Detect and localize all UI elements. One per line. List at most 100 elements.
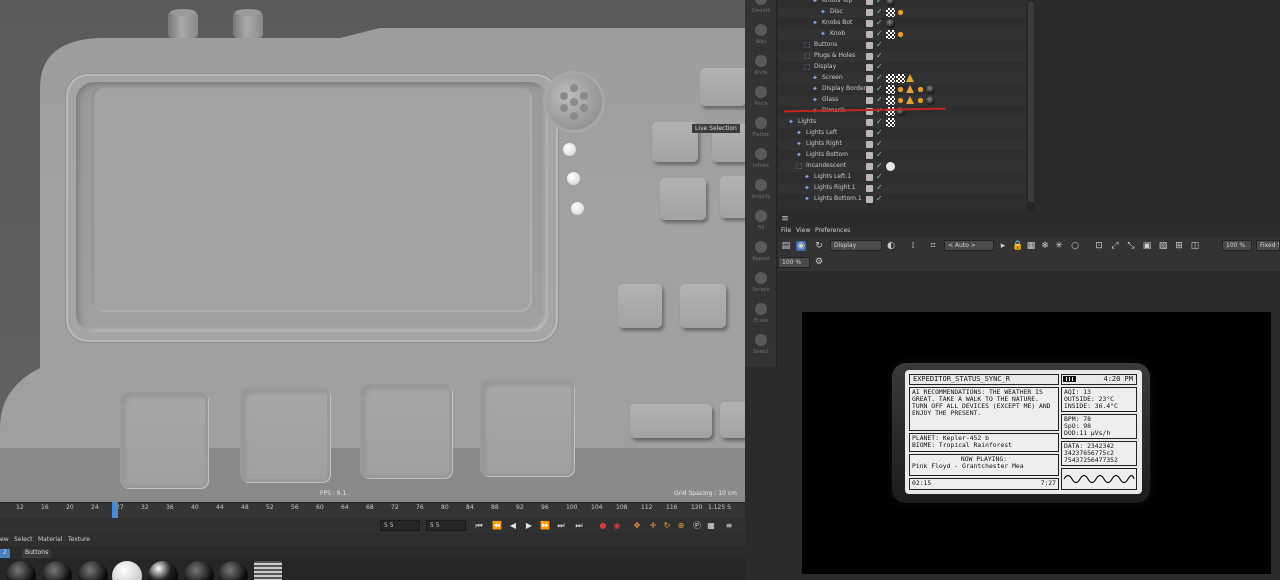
tool-flatten[interactable]: Flatten (745, 112, 777, 143)
layer-checkbox[interactable] (866, 97, 873, 104)
tool-select[interactable]: Select (745, 329, 777, 360)
play-icon[interactable]: ▶ (524, 521, 534, 531)
tool-wax[interactable]: Wax (745, 19, 777, 50)
layer-checkbox[interactable] (866, 53, 873, 60)
material-swatch[interactable] (42, 561, 72, 580)
layer-checkbox[interactable] (866, 185, 873, 192)
layer-checkbox[interactable] (866, 31, 873, 38)
material-swatch[interactable] (78, 561, 108, 580)
enabled-check-icon[interactable]: ✓ (876, 161, 883, 170)
enabled-check-icon[interactable]: ✓ (876, 172, 883, 181)
texture-tag-icon[interactable] (896, 74, 905, 83)
snowflake-icon[interactable]: ❄ (1040, 241, 1050, 251)
texture-tag-icon[interactable] (886, 74, 895, 83)
material-menu-item[interactable]: Texture (68, 536, 90, 543)
tool-scrape[interactable]: Scrape (745, 267, 777, 298)
scrollbar-thumb[interactable] (1028, 2, 1034, 202)
next-key-icon[interactable]: ⏭ (556, 521, 566, 531)
go-start-icon[interactable]: ⏮ (474, 521, 484, 531)
material-tag-icon[interactable] (926, 96, 935, 105)
object-row[interactable]: ⬚ Plugs & Holes ✓ (778, 51, 1026, 62)
enabled-check-icon[interactable]: ✓ (876, 73, 883, 82)
warning-tag-icon[interactable] (906, 85, 914, 93)
layer-checkbox[interactable] (866, 9, 873, 16)
material-menu-item[interactable]: ew (0, 536, 9, 543)
object-row[interactable]: ✦ Knobs Top ✓ (778, 0, 1026, 7)
tool-inflate[interactable]: Inflate (745, 143, 777, 174)
timeline-playhead[interactable] (112, 502, 118, 518)
enabled-check-icon[interactable]: ✓ (876, 139, 883, 148)
object-row[interactable]: ✦ Lights Right ✓ (778, 139, 1026, 150)
enabled-check-icon[interactable]: ✓ (876, 29, 883, 38)
enabled-check-icon[interactable]: ✓ (876, 128, 883, 137)
enabled-check-icon[interactable]: ✓ (876, 62, 883, 71)
3d-viewport[interactable]: Live Selection FPS : 6.1 Grid Spacing : … (0, 0, 745, 502)
compare-icon[interactable]: ◫ (1190, 241, 1200, 251)
prev-key-icon[interactable]: ⏪ (492, 521, 502, 531)
object-row[interactable]: ⬚ Display ✓ (778, 62, 1026, 73)
enabled-check-icon[interactable]: ✓ (876, 7, 883, 16)
layer-checkbox[interactable] (866, 20, 873, 27)
auto-dropdown[interactable]: < Auto > (944, 240, 994, 251)
autokey-icon[interactable]: ◉ (612, 521, 622, 531)
tool-erase[interactable]: Erase (745, 298, 777, 329)
menu-icon[interactable]: ≡ (724, 521, 734, 531)
tool-smooth[interactable]: Smooth (745, 0, 777, 19)
enabled-check-icon[interactable]: ✓ (876, 95, 883, 104)
texture-tag-icon[interactable] (886, 96, 895, 105)
material-swatch[interactable] (148, 561, 178, 580)
grid-icon[interactable]: ▦ (1026, 241, 1036, 251)
object-row[interactable]: ✦ Lights Right.1 ✓ (778, 183, 1026, 194)
material-menu-item[interactable]: Material (38, 536, 62, 543)
phong-tag-icon[interactable] (916, 85, 925, 94)
add-image-icon[interactable]: ⊞ (1174, 241, 1184, 251)
circle-icon[interactable]: ○ (1070, 241, 1080, 251)
tool-pinch[interactable]: Pinch (745, 81, 777, 112)
enabled-check-icon[interactable]: ✓ (876, 150, 883, 159)
object-row[interactable]: ⬚ Incandescent ✓ (778, 161, 1026, 172)
texture-tag-icon[interactable] (886, 118, 895, 127)
tool-knife[interactable]: Knife (745, 50, 777, 81)
timeline-end-value[interactable]: 1.125 S (708, 504, 731, 511)
go-end-icon[interactable]: ⏭ (574, 521, 584, 531)
zoom-left-dropdown[interactable]: 100 % (778, 257, 810, 268)
material-swatch[interactable] (6, 561, 36, 580)
object-row[interactable]: ✦ Lights Bottom ✓ (778, 150, 1026, 161)
enabled-check-icon[interactable]: ✓ (876, 18, 883, 27)
enabled-check-icon[interactable]: ✓ (876, 40, 883, 49)
scale-key-icon[interactable]: ⊕ (676, 521, 686, 531)
layer-checkbox[interactable] (866, 64, 873, 71)
material-swatch[interactable] (112, 561, 142, 580)
enabled-check-icon[interactable]: ✓ (876, 183, 883, 192)
image-icon[interactable]: ▣ (1142, 241, 1152, 251)
layer-checkbox[interactable] (866, 196, 873, 203)
pla-key-icon[interactable]: ▦ (706, 521, 716, 531)
enabled-check-icon[interactable]: ✓ (876, 194, 883, 203)
layer-checkbox[interactable] (866, 75, 873, 82)
lock-icon[interactable]: 🔒 (1012, 241, 1023, 251)
zoom-dropdown[interactable]: 100 % (1222, 240, 1252, 251)
frame-field[interactable]: 5 5 (380, 520, 420, 531)
enabled-check-icon[interactable]: ✓ (876, 0, 883, 5)
render-region-icon[interactable]: ◉ (796, 241, 806, 251)
crop-icon[interactable]: ⌗ (928, 241, 938, 251)
material-tag-icon[interactable] (926, 85, 935, 94)
expand-icon[interactable]: ⤢ (1110, 241, 1120, 251)
display-dropdown[interactable]: Display (830, 240, 882, 251)
position-key-icon[interactable]: ✛ (648, 521, 658, 531)
object-row[interactable]: ✦ Lights ✓ (778, 117, 1026, 128)
material-swatch[interactable] (218, 561, 248, 580)
gallery-icon[interactable]: ▧ (1158, 241, 1168, 251)
object-row[interactable]: ✦ Knob ✓ (778, 29, 1026, 40)
enabled-check-icon[interactable]: ✓ (876, 51, 883, 60)
layer-checkbox[interactable] (866, 174, 873, 181)
frame-field[interactable]: 5 5 (426, 520, 466, 531)
texture-tag-icon[interactable] (886, 8, 895, 17)
menu-file[interactable]: File (781, 227, 791, 234)
menu-icon[interactable]: ≡ (780, 214, 790, 224)
object-row[interactable]: ✦ Screen ✓ (778, 73, 1026, 84)
layer-checkbox[interactable] (866, 0, 873, 5)
material-swatch[interactable] (254, 561, 282, 580)
rotation-key-icon[interactable]: ↻ (662, 521, 672, 531)
resize-icon[interactable]: ⤡ (1126, 241, 1136, 251)
